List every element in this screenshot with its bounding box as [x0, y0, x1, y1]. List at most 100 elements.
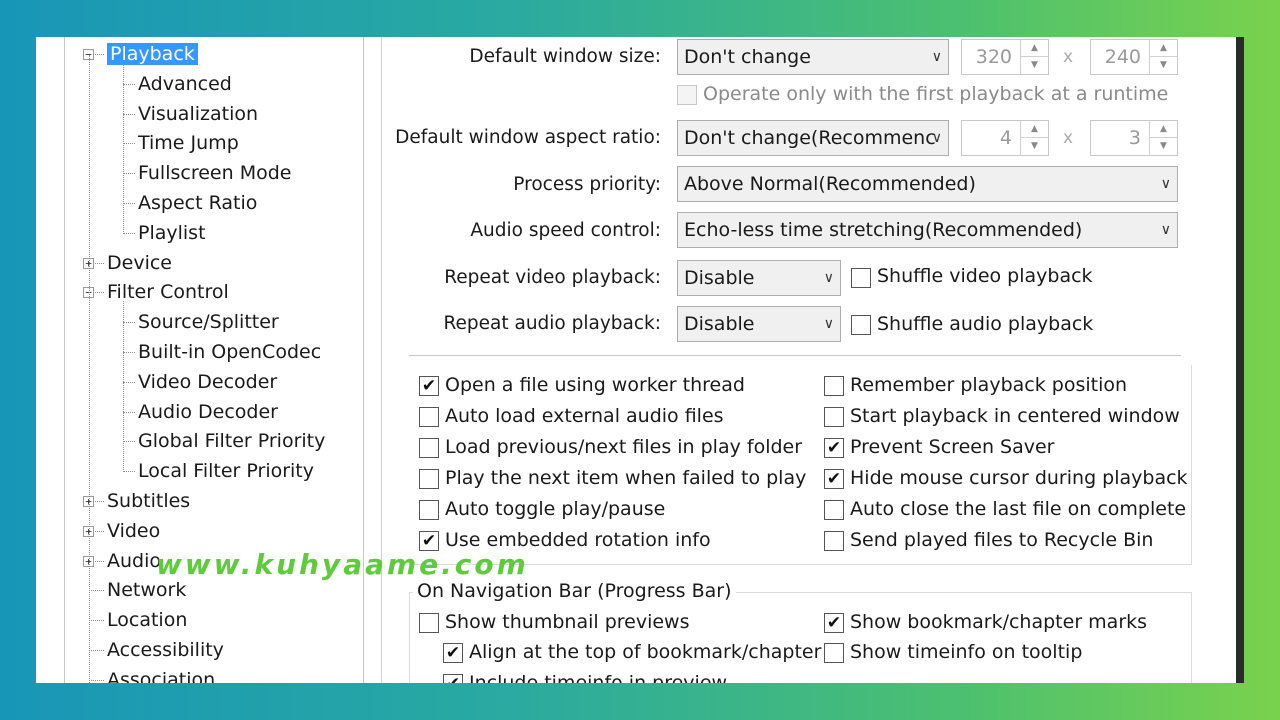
chevron-down-icon: ∨ [823, 316, 834, 332]
tree-item-audio[interactable]: Audio [107, 548, 161, 574]
tree-item-label: Source/Splitter [138, 311, 279, 334]
option-checkbox[interactable] [419, 469, 439, 489]
option-label: Play the next item when failed to play [445, 467, 807, 489]
option-label: Open a file using worker thread [445, 374, 745, 396]
tree-connector [123, 441, 135, 443]
option-checkbox[interactable] [824, 500, 844, 520]
window-left-edge [36, 37, 64, 683]
option-checkbox[interactable] [419, 438, 439, 458]
settings-tree[interactable]: Playback − Advanced Visualization Time Jump F… [64, 37, 364, 683]
spin-up-icon[interactable]: ▲ [1021, 40, 1048, 57]
show-bookmark-checkbox[interactable]: ✔ [824, 613, 844, 633]
spin-down-icon[interactable]: ▼ [1021, 57, 1048, 74]
aspect-width-spinner[interactable]: 4 ▲ ▼ [961, 120, 1049, 156]
width-spin-buttons[interactable]: ▲ ▼ [1020, 40, 1048, 74]
option-checkbox[interactable]: ✔ [824, 438, 844, 458]
height-spinner[interactable]: 240 ▲ ▼ [1090, 39, 1178, 75]
spin-down-icon[interactable]: ▼ [1021, 138, 1048, 155]
option-label: Remember playback position [850, 374, 1128, 396]
option-checkbox[interactable] [419, 407, 439, 427]
tree-connector [123, 232, 135, 234]
option-label: Auto load external audio files [445, 405, 724, 427]
option-checkbox[interactable]: ✔ [419, 376, 439, 396]
tree-item-association[interactable]: Association [107, 667, 215, 683]
tree-item-global-filter-priority[interactable]: Global Filter Priority [138, 428, 325, 454]
aspect-width-spin-buttons[interactable]: ▲ ▼ [1020, 121, 1048, 155]
tree-item-network[interactable]: Network [107, 577, 186, 603]
show-timeinfo-tooltip-checkbox[interactable] [824, 643, 844, 663]
align-top-checkbox[interactable]: ✔ [443, 643, 463, 663]
tree-item-source-splitter[interactable]: Source/Splitter [138, 309, 279, 335]
option-checkbox[interactable] [419, 500, 439, 520]
window-size-dropdown[interactable]: Don't change ∨ [677, 39, 949, 75]
checkmark-icon: ✔ [826, 469, 842, 489]
tree-item-label: Audio Decoder [138, 400, 278, 423]
aspect-ratio-label: Default window aspect ratio: [395, 127, 661, 148]
option-checkbox[interactable] [824, 376, 844, 396]
tree-item-label: Built-in OpenCodec [138, 341, 322, 363]
tree-item-label: Accessibility [107, 639, 224, 661]
tree-item-audio-decoder[interactable]: Audio Decoder [138, 399, 278, 425]
repeat-audio-dropdown[interactable]: Disable ∨ [677, 306, 841, 342]
spin-down-icon[interactable]: ▼ [1150, 138, 1177, 155]
tree-item-accessibility[interactable]: Accessibility [107, 637, 224, 663]
tree-item-location[interactable]: Location [107, 607, 187, 633]
chevron-down-icon: ∨ [931, 130, 942, 146]
tree-item-visualization[interactable]: Visualization [138, 101, 258, 127]
tree-connector [123, 83, 135, 85]
tree-item-filter-control[interactable]: Filter Control [107, 279, 229, 305]
tree-item-video[interactable]: Video [107, 518, 160, 544]
tree-item-playlist[interactable]: Playlist [138, 220, 206, 246]
navigation-bar-group [409, 592, 1192, 683]
tree-item-playback[interactable]: Playback [107, 41, 198, 67]
aspect-ratio-dropdown[interactable]: Don't change(Recommenc ∨ [677, 120, 949, 156]
checkmark-icon: ✔ [446, 674, 460, 683]
repeat-video-dropdown[interactable]: Disable ∨ [677, 260, 841, 296]
option-label: Start playback in centered window [850, 405, 1180, 427]
option-label: Hide mouse cursor during playback [850, 467, 1188, 489]
include-timeinfo-checkbox[interactable]: ✔ [443, 674, 463, 683]
tree-connector [89, 590, 104, 592]
tree-item-label: Filter Control [107, 281, 229, 304]
watermark-text: www.kuhyaame.com [156, 548, 529, 581]
audio-speed-dropdown[interactable]: Echo-less time stretching(Recommended) ∨ [677, 212, 1178, 248]
option-checkbox[interactable] [824, 531, 844, 551]
tree-connector [123, 113, 135, 115]
tree-item-built-in-opencodec[interactable]: Built-in OpenCodec [138, 339, 321, 365]
tree-item-subtitles[interactable]: Subtitles [107, 488, 190, 514]
aspect-ratio-value: Don't change(Recommenc [684, 127, 936, 149]
tree-item-aspect-ratio[interactable]: Aspect Ratio [138, 190, 257, 216]
aspect-height-spinner[interactable]: 3 ▲ ▼ [1090, 120, 1178, 156]
height-spin-buttons[interactable]: ▲ ▼ [1149, 40, 1177, 74]
checkmark-icon: ✔ [421, 376, 437, 396]
tree-connector [89, 620, 104, 622]
tree-item-fullscreen-mode[interactable]: Fullscreen Mode [138, 160, 291, 186]
checkmark-icon: ✔ [445, 643, 461, 663]
width-spinner[interactable]: 320 ▲ ▼ [961, 39, 1049, 75]
shuffle-video-checkbox[interactable] [851, 268, 871, 288]
show-thumbnail-checkbox[interactable] [419, 613, 439, 633]
checkmark-icon: ✔ [826, 613, 842, 633]
tree-item-video-decoder[interactable]: Video Decoder [138, 369, 277, 395]
tree-item-local-filter-priority[interactable]: Local Filter Priority [138, 458, 314, 484]
tree-item-label: Fullscreen Mode [138, 162, 292, 185]
tree-item-time-jump[interactable]: Time Jump [138, 130, 239, 156]
spin-up-icon[interactable]: ▲ [1021, 121, 1048, 138]
option-checkbox[interactable] [824, 407, 844, 427]
aspect-height-spin-buttons[interactable]: ▲ ▼ [1149, 121, 1177, 155]
spin-down-icon[interactable]: ▼ [1150, 57, 1177, 74]
spin-up-icon[interactable]: ▲ [1150, 40, 1177, 57]
tree-item-advanced[interactable]: Advanced [138, 71, 232, 97]
option-checkbox[interactable]: ✔ [824, 469, 844, 489]
tree-item-label: Subtitles [107, 490, 191, 512]
settings-window: Playback − Advanced Visualization Time Jump F… [36, 37, 1244, 683]
option-label: Auto toggle play/pause [445, 498, 666, 520]
tree-item-device[interactable]: Device [107, 250, 172, 276]
tree-item-label: Playback [107, 43, 198, 65]
operate-first-checkbox[interactable] [677, 85, 697, 105]
process-priority-dropdown[interactable]: Above Normal(Recommended) ∨ [677, 166, 1178, 202]
option-label: Load previous/next files in play folder [445, 436, 803, 458]
shuffle-audio-checkbox[interactable] [851, 315, 871, 335]
spin-up-icon[interactable]: ▲ [1150, 121, 1177, 138]
panel-divider [381, 37, 382, 683]
